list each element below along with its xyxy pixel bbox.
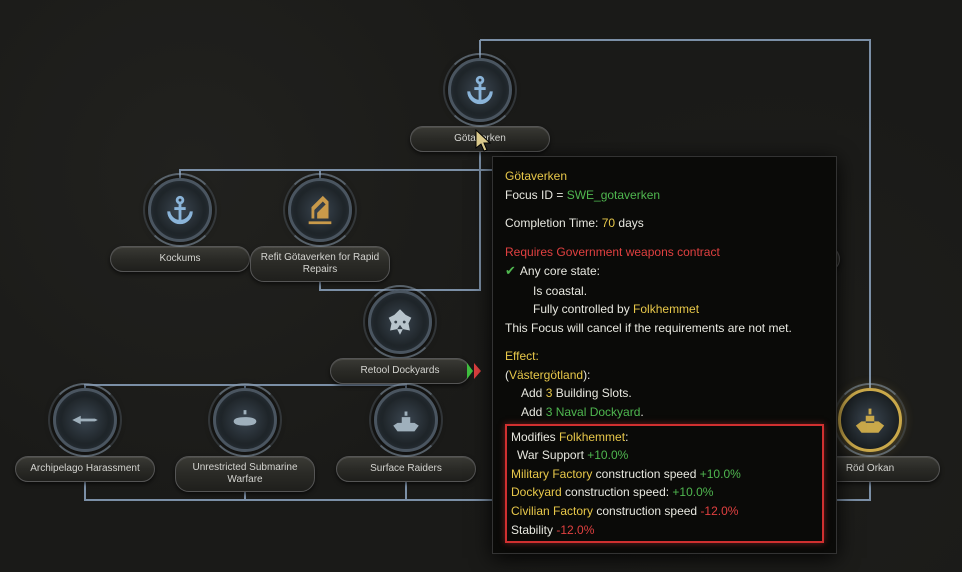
focus-label: Kockums	[110, 246, 250, 272]
battleship-icon	[838, 388, 902, 452]
focus-label: Götaverken	[410, 126, 550, 152]
tooltip-requires: Requires Government weapons contract	[505, 243, 824, 262]
tooltip-focus-id: Focus ID = SWE_gotaverken	[505, 186, 824, 205]
focus-archipelago-harassment[interactable]: Archipelago Harassment	[15, 388, 155, 482]
focus-label: Refit Götaverken for Rapid Repairs	[250, 246, 390, 282]
tooltip-req-state: ✔Any core state:	[505, 261, 824, 281]
tooltip-civilian-factory: Civilian Factory construction speed -12.…	[511, 502, 818, 521]
focus-label-text: Retool Dockyards	[361, 365, 440, 377]
focus-label: Unrestricted Submarine Warfare	[175, 456, 315, 492]
focus-gotaverken[interactable]: Götaverken	[410, 58, 550, 152]
alert-icon	[467, 363, 481, 379]
focus-surface-raiders[interactable]: Surface Raiders	[336, 388, 476, 482]
anchor-icon	[148, 178, 212, 242]
tooltip-cancel-note: This Focus will cancel if the requiremen…	[505, 319, 824, 338]
tooltip-military-factory: Military Factory construction speed +10.…	[511, 465, 818, 484]
focus-label: Surface Raiders	[336, 456, 476, 482]
tooltip-modifies-line: Modifies Folkhemmet:	[511, 428, 818, 447]
focus-unrestricted-submarine[interactable]: Unrestricted Submarine Warfare	[175, 388, 315, 492]
focus-label: Archipelago Harassment	[15, 456, 155, 482]
focus-tooltip: Götaverken Focus ID = SWE_gotaverken Com…	[492, 156, 837, 554]
anchor-icon	[448, 58, 512, 122]
crane-icon	[288, 178, 352, 242]
tooltip-effect-label: Effect:	[505, 347, 824, 366]
tooltip-req-controlled: Fully controlled by Folkhemmet	[505, 300, 824, 319]
tooltip-effect-state: (Västergötland):	[505, 366, 824, 385]
tooltip-war-support: War Support +10.0%	[511, 446, 818, 465]
submarine-icon	[213, 388, 277, 452]
focus-label: Retool Dockyards	[330, 358, 470, 384]
warship-icon	[374, 388, 438, 452]
tooltip-effect-building-slots: Add 3 Building Slots.	[505, 384, 824, 403]
focus-refit-gotaverken[interactable]: Refit Götaverken for Rapid Repairs	[250, 178, 390, 282]
tooltip-modifies-box: Modifies Folkhemmet: War Support +10.0% …	[505, 424, 824, 544]
tooltip-title: Götaverken	[505, 167, 824, 186]
tooltip-req-coastal: Is coastal.	[505, 282, 824, 301]
torpedo-icon	[53, 388, 117, 452]
tooltip-effect-naval-dockyard: Add 3 Naval Dockyard.	[505, 403, 824, 422]
tooltip-completion-time: Completion Time: 70 days	[505, 214, 824, 233]
focus-retool-dockyards[interactable]: Retool Dockyards	[330, 290, 470, 384]
focus-kockums[interactable]: Kockums	[110, 178, 250, 272]
tooltip-dockyard: Dockyard construction speed: +10.0%	[511, 483, 818, 502]
tooltip-stability: Stability -12.0%	[511, 521, 818, 540]
wolf-icon	[368, 290, 432, 354]
checkmark-icon: ✔	[505, 263, 516, 278]
